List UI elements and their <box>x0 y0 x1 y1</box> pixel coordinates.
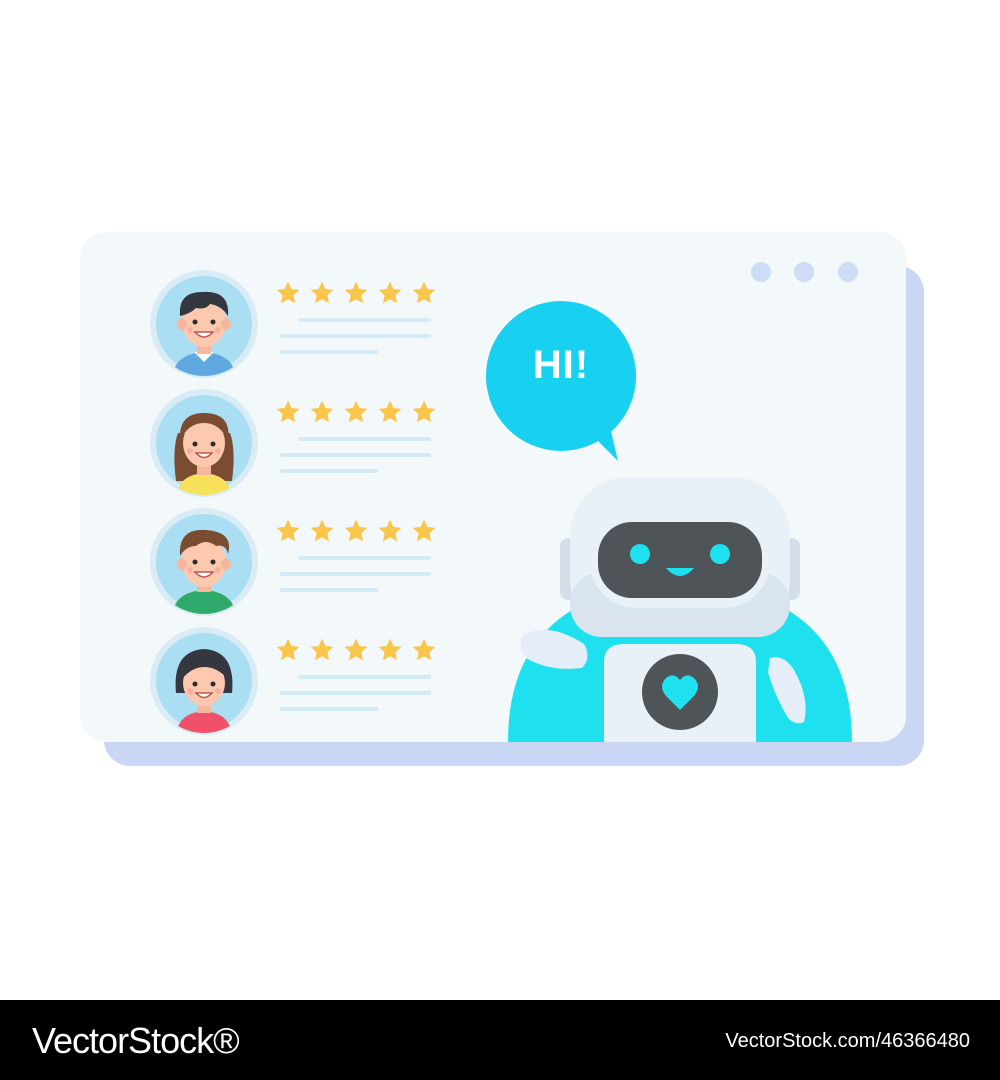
speech-bubble: HI! <box>486 301 640 463</box>
star-icon <box>310 638 334 661</box>
man-avatar-icon <box>150 508 258 616</box>
star-icon <box>344 519 368 542</box>
star-icon <box>378 281 402 304</box>
review-text-line <box>280 691 431 695</box>
speech-bubble-text: HI! <box>532 343 590 387</box>
star-icon <box>310 281 334 304</box>
review-text-line <box>280 469 378 473</box>
brand-logo[interactable]: VectorStock® <box>32 1020 240 1062</box>
rating-stars <box>275 280 437 306</box>
star-icon <box>276 281 300 304</box>
star-icon <box>276 400 300 423</box>
rating-stars <box>275 399 437 425</box>
review-text-line <box>280 334 431 338</box>
star-icon <box>310 519 334 542</box>
rating-stars <box>275 518 437 544</box>
star-icon <box>378 519 402 542</box>
star-icon <box>310 400 334 423</box>
man-avatar-icon <box>150 270 258 378</box>
window-dot[interactable] <box>751 262 771 282</box>
review-text-line <box>298 675 431 679</box>
rating-stars <box>275 637 437 663</box>
review-item <box>150 270 510 378</box>
window-dot[interactable] <box>794 262 814 282</box>
app-window: HI! <box>80 232 906 742</box>
robot-icon <box>508 477 852 742</box>
review-text-line <box>280 707 378 711</box>
review-text-line <box>280 350 378 354</box>
review-text-line <box>298 437 431 441</box>
review-text-line <box>280 453 431 457</box>
star-icon <box>412 281 436 304</box>
woman-avatar-icon <box>150 389 258 497</box>
review-text-line <box>298 556 431 560</box>
review-item <box>150 627 510 735</box>
star-icon <box>412 519 436 542</box>
review-item <box>150 389 510 497</box>
star-icon <box>344 400 368 423</box>
footer-bar: VectorStock® VectorStock.com/46366480 <box>0 1000 1000 1080</box>
review-item <box>150 508 510 616</box>
woman-avatar-icon <box>150 627 258 735</box>
window-dot[interactable] <box>838 262 858 282</box>
review-text-line <box>298 318 431 322</box>
star-icon <box>378 638 402 661</box>
star-icon <box>276 638 300 661</box>
star-icon <box>412 638 436 661</box>
star-icon <box>344 638 368 661</box>
review-text-line <box>280 572 431 576</box>
star-icon <box>378 400 402 423</box>
review-text-line <box>280 588 378 592</box>
star-icon <box>276 519 300 542</box>
star-icon <box>344 281 368 304</box>
image-id-link[interactable]: VectorStock.com/46366480 <box>725 1030 970 1053</box>
star-icon <box>412 400 436 423</box>
